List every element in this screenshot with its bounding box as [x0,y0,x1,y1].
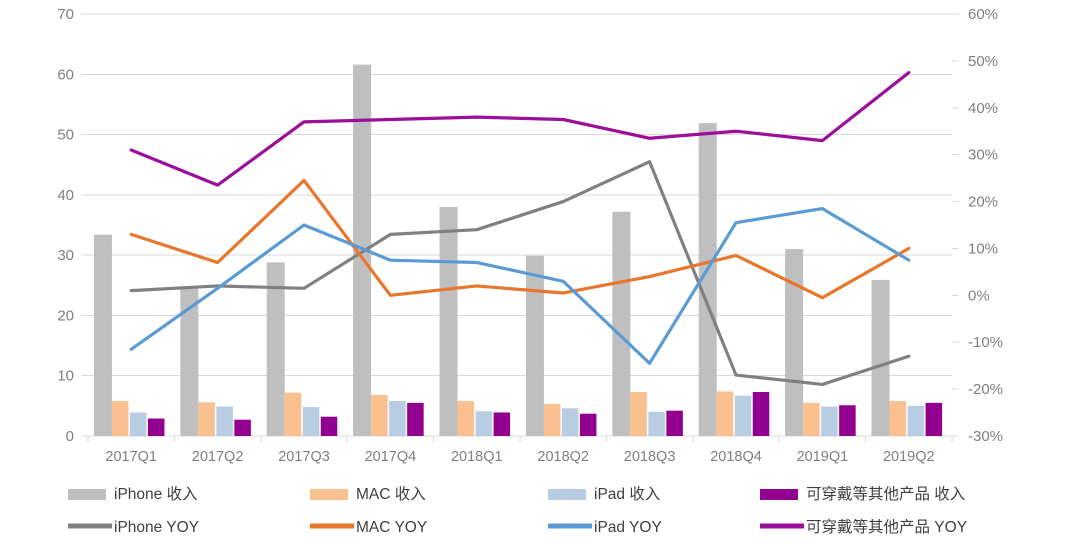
y-axis-tick-label: 20 [57,307,74,324]
bar [147,418,165,436]
bar [93,234,112,436]
legend-swatch-line [68,523,112,529]
legend-swatch-bar [548,489,586,500]
bar [371,395,388,436]
legend-swatch-bar [310,489,348,500]
bar [612,211,631,436]
bar [821,406,838,436]
x-axis-category-label: 2018Q4 [710,449,762,465]
legend-swatch-line [548,523,592,529]
bar [234,419,251,436]
bar [129,412,147,436]
legend-item[interactable]: 可穿戴等其他产品 收入 [760,485,965,503]
y-axis-tick-label: 30 [57,247,74,264]
bar-series-group [93,64,943,437]
x-axis-category-label: 2017Q1 [105,449,157,465]
x-axis-category-label: 2017Q3 [278,449,330,465]
legend-item-label: iPhone 收入 [114,485,198,503]
legend-item[interactable]: iPhone YOY [68,519,199,536]
y2-axis-tick-label: 0% [968,287,990,304]
bar [198,402,215,436]
y2-axis-tick-label: -10% [968,334,1003,351]
legend-item[interactable]: MAC YOY [310,519,427,536]
legend-item-label: MAC 收入 [356,485,426,503]
legend-swatch-line [760,523,804,529]
legend-item-label: iPad 收入 [594,485,660,503]
legend-item-label: 可穿戴等其他产品 收入 [806,485,965,503]
y2-axis-tick-label: 40% [968,100,998,117]
bar [803,402,820,436]
bar [752,391,770,436]
y-axis-tick-label: 70 [57,6,74,23]
bar [648,411,665,436]
legend: iPhone 收入 MAC 收入 iPad 收入 可穿戴等其他产品 收入 iPhone … [68,485,967,536]
bar [907,405,925,436]
legend-item[interactable]: iPad YOY [548,519,662,536]
x-axis-category-label: 2018Q2 [537,449,589,465]
bar [579,413,597,436]
x-axis-category-label: 2018Q1 [451,449,503,465]
x-axis-category-label: 2019Q2 [883,449,935,465]
legend-swatch-bar [68,489,106,500]
bar [785,249,804,436]
bar [666,410,683,436]
legend-item[interactable]: iPad 收入 [548,485,660,503]
bar [925,402,943,436]
bar [389,401,406,436]
gridlines [81,13,959,442]
bar [475,411,493,436]
bar [407,402,424,436]
bar [716,391,734,436]
line-series [129,71,911,187]
x-axis-category-label: 2017Q4 [365,449,417,465]
bar [216,406,233,436]
bar [525,255,544,436]
y2-axis-tick-label: -20% [968,381,1003,398]
y-axis-tick-label: 10 [57,368,74,385]
bar [543,404,561,436]
x-axis-category-label: 2017Q2 [192,449,244,465]
bar [439,206,458,436]
quarterly-revenue-yoy-chart: 0 10 20 30 40 50 60 70 -30% -20% -10% 0% 10% 20% 30% 40… [57,6,1003,536]
y2-axis-tick-label: -30% [968,428,1003,445]
legend-item-label: iPhone YOY [114,519,199,536]
y2-axis-tick-label: 50% [968,53,998,70]
bar [302,407,320,436]
bar [630,391,647,436]
bar [871,279,890,436]
y-axis-tick-label: 60 [57,66,74,83]
legend-item[interactable]: iPhone 收入 [68,485,198,503]
x-axis-category-label: 2019Q1 [797,449,849,465]
bar [889,401,907,436]
legend-item[interactable]: MAC 收入 [310,485,426,503]
bar [839,405,856,436]
y2-axis-tick-label: 60% [968,6,998,23]
legend-swatch-bar [760,489,798,500]
y-axis-tick-label: 50 [57,127,74,144]
y2-axis-tick-label: 30% [968,147,998,164]
legend-item-label: MAC YOY [356,519,427,536]
legend-item-label: 可穿戴等其他产品 YOY [806,518,967,536]
bar [284,392,302,436]
bar [561,408,579,436]
legend-item[interactable]: 可穿戴等其他产品 YOY [760,518,967,536]
x-axis-category-label: 2018Q3 [624,449,676,465]
bar [734,395,752,436]
legend-swatch-line [310,523,354,529]
bar [457,401,475,436]
y2-axis-tick-label: 10% [968,240,998,257]
y-axis-tick-label: 0 [66,428,74,445]
bar [493,412,511,436]
bar [111,401,129,436]
y2-axis-tick-label: 20% [968,194,998,211]
chart-container: 0 10 20 30 40 50 60 70 -30% -20% -10% 0% 10% 20% 30% 40… [0,0,1080,544]
y-axis-tick-label: 40 [57,187,74,204]
legend-item-label: iPad YOY [594,519,662,536]
bar [320,416,338,436]
